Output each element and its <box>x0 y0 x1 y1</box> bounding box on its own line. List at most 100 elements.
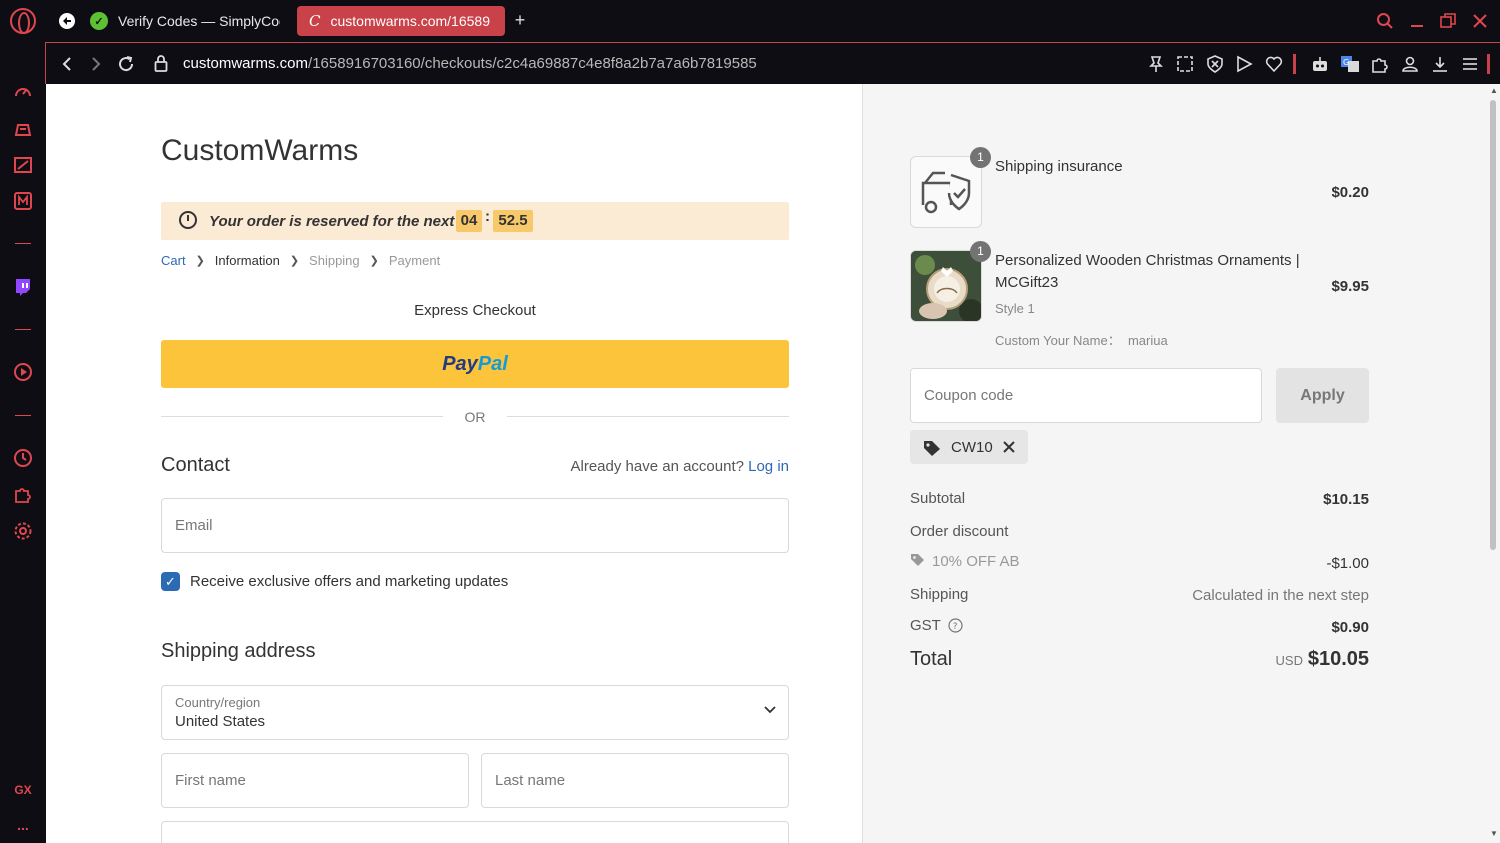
scrollbar-thumb[interactable] <box>1490 100 1496 550</box>
first-name-field[interactable]: First name <box>161 753 469 808</box>
gst-label: GST <box>910 617 941 634</box>
timer-colon: : <box>485 208 490 225</box>
more-options-icon[interactable]: ... <box>12 814 34 836</box>
lock-icon[interactable] <box>154 54 168 72</box>
new-tab-icon[interactable]: + <box>510 10 530 30</box>
email-field[interactable]: Email <box>161 498 789 553</box>
country-value: United States <box>175 713 266 730</box>
express-checkout-heading: Express Checkout <box>414 302 536 319</box>
send-icon[interactable] <box>1233 53 1255 75</box>
shipping-insurance-thumbnail <box>910 156 982 228</box>
quantity-badge: 1 <box>970 241 991 262</box>
reservation-banner: Your order is reserved for the next 04 :… <box>161 202 789 240</box>
login-link[interactable]: Log in <box>748 458 789 475</box>
sidebar-divider <box>15 243 31 244</box>
history-icon[interactable] <box>12 448 34 470</box>
account-icon[interactable] <box>1399 53 1421 75</box>
account-prompt: Already have an account? Log in <box>446 458 790 475</box>
close-window-icon[interactable] <box>1467 8 1493 34</box>
account-prompt-text: Already have an account? <box>570 458 744 475</box>
scroll-up-icon[interactable]: ▲ <box>1489 86 1499 95</box>
first-name-placeholder: First name <box>175 772 246 789</box>
search-icon[interactable] <box>1372 8 1398 34</box>
easy-setup-menu-icon[interactable] <box>1459 53 1481 75</box>
breadcrumb-shipping: Shipping <box>309 253 360 268</box>
coupon-code-label: CW10 <box>951 439 993 456</box>
restore-icon[interactable] <box>1435 8 1461 34</box>
tab-verify-codes[interactable]: ✓ Verify Codes — SimplyCodes <box>90 6 290 36</box>
address-bar: customwarms.com/1658916703160/checkouts/… <box>45 42 1500 84</box>
stopwatch-icon <box>179 211 197 229</box>
marketing-checkbox-label[interactable]: Receive exclusive offers and marketing u… <box>190 573 508 590</box>
tab-label: Verify Codes — SimplyCodes <box>118 13 280 29</box>
discount-value: -$1.00 <box>1326 555 1369 572</box>
remove-coupon-icon[interactable] <box>1002 436 1016 459</box>
gx-corner-icon[interactable] <box>12 119 34 141</box>
checkout-page: CustomWarms Your order is reserved for t… <box>46 84 1500 843</box>
forward-icon[interactable] <box>85 53 107 75</box>
shipping-value: Calculated in the next step <box>1192 587 1369 604</box>
customwarms-favicon-icon: C <box>309 12 321 30</box>
adblock-icon[interactable] <box>1204 53 1226 75</box>
snapshot-icon[interactable] <box>1174 53 1196 75</box>
sidebar-divider <box>15 415 31 416</box>
url-path: /1658916703160/checkouts/c2c4a69887c4e8f… <box>308 55 757 72</box>
breadcrumb: Cart ❯ Information ❯ Shipping ❯ Payment <box>161 253 440 268</box>
country-select[interactable]: Country/region United States <box>161 685 789 740</box>
coupon-placeholder: Coupon code <box>924 387 1014 404</box>
svg-text:?: ? <box>952 622 957 632</box>
minimize-icon[interactable] <box>1404 8 1430 34</box>
tab-customwarms[interactable]: C customwarms.com/1658916703160/checkout… <box>297 6 505 36</box>
discount-name: 10% OFF AB <box>932 553 1020 570</box>
breadcrumb-information: Information <box>214 253 280 268</box>
url-field[interactable]: customwarms.com/1658916703160/checkouts/… <box>183 55 757 72</box>
country-label: Country/region <box>175 695 261 710</box>
last-name-placeholder: Last name <box>495 772 566 789</box>
paypal-logo-pal: Pal <box>477 353 508 375</box>
gx-control-icon[interactable]: GX <box>12 779 34 801</box>
item-custom-name: Custom Your Name： mariua <box>995 333 1168 348</box>
back-icon[interactable] <box>56 53 78 75</box>
heart-icon[interactable] <box>1263 53 1285 75</box>
translate-icon[interactable]: G <box>1339 53 1361 75</box>
total-value: $10.05 <box>1307 648 1369 670</box>
twitch-icon[interactable] <box>12 277 34 299</box>
item-price: $0.20 <box>1331 184 1369 201</box>
paypal-button[interactable]: PayPal <box>161 340 789 388</box>
speed-dial-icon[interactable] <box>12 82 34 104</box>
item-name: Personalized Wooden Christmas Ornaments … <box>995 252 1300 269</box>
paypal-logo-pay: Pay <box>442 353 478 375</box>
reload-icon[interactable] <box>115 53 137 75</box>
apply-coupon-button[interactable]: Apply <box>1276 368 1369 423</box>
toolbar-divider <box>1293 54 1296 74</box>
discount-row: 10% OFF AB <box>910 553 1020 570</box>
pin-icon[interactable] <box>1145 53 1167 75</box>
player-icon[interactable] <box>12 362 34 384</box>
messenger-icon[interactable] <box>12 191 34 213</box>
sidebar-divider <box>15 329 31 330</box>
email-placeholder: Email <box>175 517 213 534</box>
extensions-puzzle-icon[interactable] <box>1369 53 1391 75</box>
subtotal-value: $10.15 <box>1323 491 1369 508</box>
last-name-field[interactable]: Last name <box>481 753 789 808</box>
discount-tag-icon <box>911 554 924 566</box>
store-title[interactable]: CustomWarms <box>161 134 358 168</box>
extensions-icon[interactable] <box>12 484 34 506</box>
help-icon[interactable]: ? <box>948 618 963 633</box>
download-icon[interactable] <box>1429 53 1451 75</box>
bot-extension-icon[interactable] <box>1309 53 1331 75</box>
breadcrumb-payment: Payment <box>388 253 441 268</box>
marketing-checkbox[interactable]: ✓ <box>161 572 180 591</box>
item-price: $9.95 <box>1331 278 1369 295</box>
address-field[interactable] <box>161 821 789 843</box>
breadcrumb-cart[interactable]: Cart <box>161 253 186 268</box>
opera-menu-icon[interactable] <box>10 8 36 34</box>
chevron-right-icon: ❯ <box>195 255 205 267</box>
settings-gear-icon[interactable] <box>12 521 34 543</box>
sync-icon[interactable] <box>56 6 78 36</box>
divider-line <box>161 416 443 417</box>
coupon-code-field[interactable]: Coupon code <box>910 368 1262 423</box>
or-divider-label: OR <box>464 409 486 425</box>
scroll-down-icon[interactable]: ▼ <box>1489 829 1499 838</box>
news-icon[interactable] <box>12 155 34 177</box>
